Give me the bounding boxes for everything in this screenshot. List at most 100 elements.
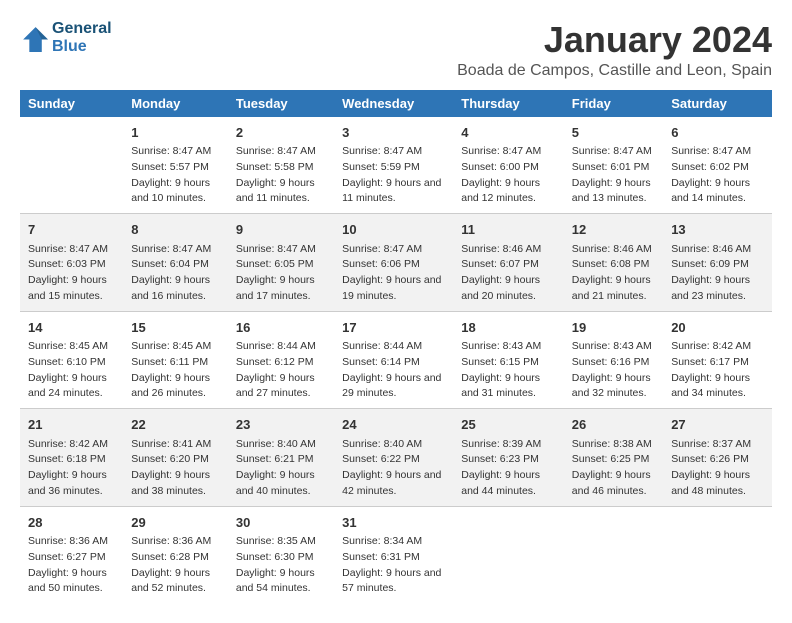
calendar-cell: 2Sunrise: 8:47 AMSunset: 5:58 PMDaylight… xyxy=(228,117,334,214)
day-info: Sunrise: 8:45 AMSunset: 6:11 PMDaylight:… xyxy=(131,339,220,402)
day-info: Sunrise: 8:36 AMSunset: 6:28 PMDaylight:… xyxy=(131,534,220,597)
weekday-header-row: SundayMondayTuesdayWednesdayThursdayFrid… xyxy=(20,90,772,117)
day-number: 1 xyxy=(131,123,220,143)
day-number: 24 xyxy=(342,415,445,435)
day-number: 27 xyxy=(671,415,764,435)
day-number: 13 xyxy=(671,220,764,240)
calendar-cell: 14Sunrise: 8:45 AMSunset: 6:10 PMDayligh… xyxy=(20,311,123,409)
day-number: 9 xyxy=(236,220,326,240)
calendar-week-row: 28Sunrise: 8:36 AMSunset: 6:27 PMDayligh… xyxy=(20,506,772,603)
day-info: Sunrise: 8:47 AMSunset: 5:57 PMDaylight:… xyxy=(131,144,220,207)
title-area: January 2024 Boada de Campos, Castille a… xyxy=(457,20,772,80)
day-info: Sunrise: 8:47 AMSunset: 6:01 PMDaylight:… xyxy=(572,144,655,207)
weekday-header-saturday: Saturday xyxy=(663,90,772,117)
day-number: 10 xyxy=(342,220,445,240)
day-info: Sunrise: 8:40 AMSunset: 6:22 PMDaylight:… xyxy=(342,437,445,500)
day-number: 16 xyxy=(236,318,326,338)
day-number: 12 xyxy=(572,220,655,240)
day-info: Sunrise: 8:47 AMSunset: 6:00 PMDaylight:… xyxy=(461,144,556,207)
calendar-cell: 25Sunrise: 8:39 AMSunset: 6:23 PMDayligh… xyxy=(453,409,564,507)
calendar-cell: 22Sunrise: 8:41 AMSunset: 6:20 PMDayligh… xyxy=(123,409,228,507)
weekday-header-sunday: Sunday xyxy=(20,90,123,117)
logo-text-general: General xyxy=(52,20,112,38)
logo-text-blue: Blue xyxy=(52,38,112,56)
day-number: 17 xyxy=(342,318,445,338)
day-info: Sunrise: 8:47 AMSunset: 6:06 PMDaylight:… xyxy=(342,242,445,305)
day-info: Sunrise: 8:36 AMSunset: 6:27 PMDaylight:… xyxy=(28,534,115,597)
calendar-cell xyxy=(20,117,123,214)
day-info: Sunrise: 8:42 AMSunset: 6:17 PMDaylight:… xyxy=(671,339,764,402)
calendar-cell xyxy=(663,506,772,603)
calendar-week-row: 14Sunrise: 8:45 AMSunset: 6:10 PMDayligh… xyxy=(20,311,772,409)
calendar-cell: 8Sunrise: 8:47 AMSunset: 6:04 PMDaylight… xyxy=(123,214,228,312)
day-number: 26 xyxy=(572,415,655,435)
weekday-header-monday: Monday xyxy=(123,90,228,117)
day-info: Sunrise: 8:44 AMSunset: 6:12 PMDaylight:… xyxy=(236,339,326,402)
calendar-cell: 11Sunrise: 8:46 AMSunset: 6:07 PMDayligh… xyxy=(453,214,564,312)
calendar-cell: 12Sunrise: 8:46 AMSunset: 6:08 PMDayligh… xyxy=(564,214,663,312)
day-info: Sunrise: 8:47 AMSunset: 6:02 PMDaylight:… xyxy=(671,144,764,207)
calendar-cell: 19Sunrise: 8:43 AMSunset: 6:16 PMDayligh… xyxy=(564,311,663,409)
day-number: 28 xyxy=(28,513,115,533)
weekday-header-tuesday: Tuesday xyxy=(228,90,334,117)
calendar-cell: 28Sunrise: 8:36 AMSunset: 6:27 PMDayligh… xyxy=(20,506,123,603)
day-number: 29 xyxy=(131,513,220,533)
day-info: Sunrise: 8:47 AMSunset: 6:05 PMDaylight:… xyxy=(236,242,326,305)
calendar-cell: 10Sunrise: 8:47 AMSunset: 6:06 PMDayligh… xyxy=(334,214,453,312)
month-year-title: January 2024 xyxy=(457,20,772,60)
day-number: 8 xyxy=(131,220,220,240)
calendar-cell: 31Sunrise: 8:34 AMSunset: 6:31 PMDayligh… xyxy=(334,506,453,603)
calendar-cell: 16Sunrise: 8:44 AMSunset: 6:12 PMDayligh… xyxy=(228,311,334,409)
calendar-cell: 4Sunrise: 8:47 AMSunset: 6:00 PMDaylight… xyxy=(453,117,564,214)
weekday-header-friday: Friday xyxy=(564,90,663,117)
day-info: Sunrise: 8:43 AMSunset: 6:15 PMDaylight:… xyxy=(461,339,556,402)
day-info: Sunrise: 8:43 AMSunset: 6:16 PMDaylight:… xyxy=(572,339,655,402)
day-info: Sunrise: 8:47 AMSunset: 5:59 PMDaylight:… xyxy=(342,144,445,207)
day-number: 19 xyxy=(572,318,655,338)
day-info: Sunrise: 8:35 AMSunset: 6:30 PMDaylight:… xyxy=(236,534,326,597)
day-number: 6 xyxy=(671,123,764,143)
day-number: 11 xyxy=(461,220,556,240)
day-number: 25 xyxy=(461,415,556,435)
calendar-cell: 17Sunrise: 8:44 AMSunset: 6:14 PMDayligh… xyxy=(334,311,453,409)
calendar-cell: 21Sunrise: 8:42 AMSunset: 6:18 PMDayligh… xyxy=(20,409,123,507)
day-info: Sunrise: 8:46 AMSunset: 6:07 PMDaylight:… xyxy=(461,242,556,305)
day-info: Sunrise: 8:34 AMSunset: 6:31 PMDaylight:… xyxy=(342,534,445,597)
day-info: Sunrise: 8:46 AMSunset: 6:08 PMDaylight:… xyxy=(572,242,655,305)
weekday-header-wednesday: Wednesday xyxy=(334,90,453,117)
calendar-cell: 5Sunrise: 8:47 AMSunset: 6:01 PMDaylight… xyxy=(564,117,663,214)
calendar-cell: 29Sunrise: 8:36 AMSunset: 6:28 PMDayligh… xyxy=(123,506,228,603)
day-info: Sunrise: 8:46 AMSunset: 6:09 PMDaylight:… xyxy=(671,242,764,305)
logo-icon xyxy=(20,24,48,52)
calendar-cell: 6Sunrise: 8:47 AMSunset: 6:02 PMDaylight… xyxy=(663,117,772,214)
day-number: 30 xyxy=(236,513,326,533)
location-subtitle: Boada de Campos, Castille and Leon, Spai… xyxy=(457,62,772,80)
calendar-week-row: 7Sunrise: 8:47 AMSunset: 6:03 PMDaylight… xyxy=(20,214,772,312)
day-number: 15 xyxy=(131,318,220,338)
day-number: 23 xyxy=(236,415,326,435)
weekday-header-thursday: Thursday xyxy=(453,90,564,117)
day-info: Sunrise: 8:39 AMSunset: 6:23 PMDaylight:… xyxy=(461,437,556,500)
day-info: Sunrise: 8:41 AMSunset: 6:20 PMDaylight:… xyxy=(131,437,220,500)
calendar-cell xyxy=(453,506,564,603)
day-number: 4 xyxy=(461,123,556,143)
day-info: Sunrise: 8:47 AMSunset: 6:03 PMDaylight:… xyxy=(28,242,115,305)
day-number: 18 xyxy=(461,318,556,338)
day-info: Sunrise: 8:44 AMSunset: 6:14 PMDaylight:… xyxy=(342,339,445,402)
calendar-cell: 9Sunrise: 8:47 AMSunset: 6:05 PMDaylight… xyxy=(228,214,334,312)
calendar-cell xyxy=(564,506,663,603)
calendar-cell: 15Sunrise: 8:45 AMSunset: 6:11 PMDayligh… xyxy=(123,311,228,409)
day-info: Sunrise: 8:42 AMSunset: 6:18 PMDaylight:… xyxy=(28,437,115,500)
day-number: 22 xyxy=(131,415,220,435)
day-info: Sunrise: 8:45 AMSunset: 6:10 PMDaylight:… xyxy=(28,339,115,402)
day-info: Sunrise: 8:40 AMSunset: 6:21 PMDaylight:… xyxy=(236,437,326,500)
calendar-cell: 30Sunrise: 8:35 AMSunset: 6:30 PMDayligh… xyxy=(228,506,334,603)
calendar-cell: 3Sunrise: 8:47 AMSunset: 5:59 PMDaylight… xyxy=(334,117,453,214)
day-info: Sunrise: 8:38 AMSunset: 6:25 PMDaylight:… xyxy=(572,437,655,500)
calendar-cell: 1Sunrise: 8:47 AMSunset: 5:57 PMDaylight… xyxy=(123,117,228,214)
day-info: Sunrise: 8:47 AMSunset: 5:58 PMDaylight:… xyxy=(236,144,326,207)
day-number: 31 xyxy=(342,513,445,533)
calendar-cell: 27Sunrise: 8:37 AMSunset: 6:26 PMDayligh… xyxy=(663,409,772,507)
calendar-cell: 7Sunrise: 8:47 AMSunset: 6:03 PMDaylight… xyxy=(20,214,123,312)
calendar-cell: 20Sunrise: 8:42 AMSunset: 6:17 PMDayligh… xyxy=(663,311,772,409)
